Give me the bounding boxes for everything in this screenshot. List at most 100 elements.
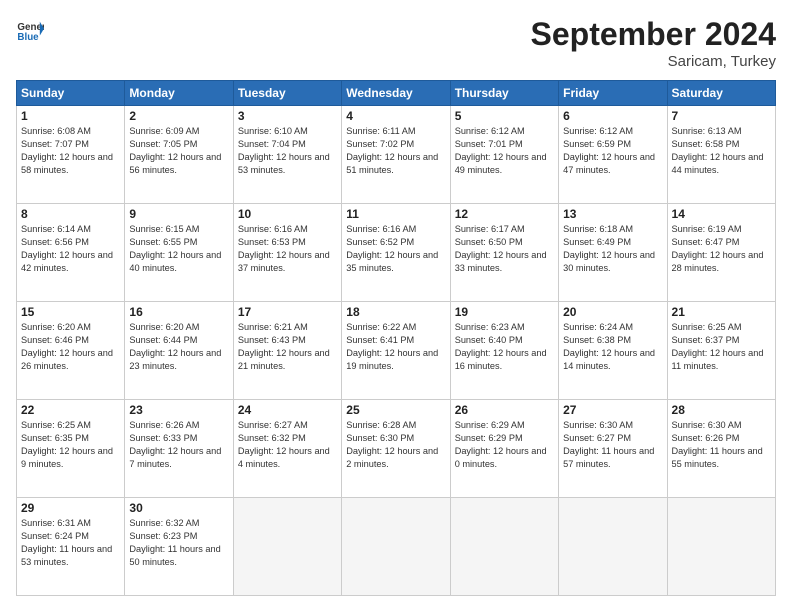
- calendar-cell: 19 Sunrise: 6:23 AM Sunset: 6:40 PM Dayli…: [450, 302, 558, 400]
- calendar-table: Sunday Monday Tuesday Wednesday Thursday…: [16, 80, 776, 596]
- day-info: Sunrise: 6:20 AM Sunset: 6:46 PM Dayligh…: [21, 321, 120, 373]
- day-info: Sunrise: 6:12 AM Sunset: 7:01 PM Dayligh…: [455, 125, 554, 177]
- day-number: 13: [563, 207, 662, 221]
- svg-text:Blue: Blue: [17, 32, 39, 43]
- day-info: Sunrise: 6:15 AM Sunset: 6:55 PM Dayligh…: [129, 223, 228, 275]
- day-info: Sunrise: 6:10 AM Sunset: 7:04 PM Dayligh…: [238, 125, 337, 177]
- calendar-cell: 20 Sunrise: 6:24 AM Sunset: 6:38 PM Dayli…: [559, 302, 667, 400]
- calendar-cell: 27Sunrise: 6:30 AM Sunset: 6:27 PM Dayli…: [559, 400, 667, 498]
- day-info: Sunrise: 6:25 AM Sunset: 6:35 PM Dayligh…: [21, 419, 120, 471]
- day-number: 2: [129, 109, 228, 123]
- weekday-header-row: Sunday Monday Tuesday Wednesday Thursday…: [17, 81, 776, 106]
- day-number: 21: [672, 305, 771, 319]
- calendar-cell: 28 Sunrise: 6:30 AM Sunset: 6:26 PM Dayli…: [667, 400, 775, 498]
- day-number: 1: [21, 109, 120, 123]
- day-number: 14: [672, 207, 771, 221]
- logo-icon: General Blue: [16, 16, 44, 44]
- day-number: 22: [21, 403, 120, 417]
- calendar-cell: 2Sunrise: 6:09 AM Sunset: 7:05 PM Daylig…: [125, 106, 233, 204]
- day-info: Sunrise: 6:12 AM Sunset: 6:59 PM Dayligh…: [563, 125, 662, 177]
- day-info: Sunrise: 6:08 AM Sunset: 7:07 PM Dayligh…: [21, 125, 120, 177]
- day-number: 4: [346, 109, 445, 123]
- header-friday: Friday: [559, 81, 667, 106]
- calendar-cell: [342, 498, 450, 596]
- day-info: Sunrise: 6:26 AM Sunset: 6:33 PM Dayligh…: [129, 419, 228, 471]
- day-info: Sunrise: 6:11 AM Sunset: 7:02 PM Dayligh…: [346, 125, 445, 177]
- header-tuesday: Tuesday: [233, 81, 341, 106]
- day-info: Sunrise: 6:14 AM Sunset: 6:56 PM Dayligh…: [21, 223, 120, 275]
- day-number: 29: [21, 501, 120, 515]
- calendar-cell: 1 Sunrise: 6:08 AM Sunset: 7:07 PM Daylig…: [17, 106, 125, 204]
- calendar-cell: 12Sunrise: 6:17 AM Sunset: 6:50 PM Dayli…: [450, 204, 558, 302]
- day-info: Sunrise: 6:18 AM Sunset: 6:49 PM Dayligh…: [563, 223, 662, 275]
- calendar-cell: 22 Sunrise: 6:25 AM Sunset: 6:35 PM Dayli…: [17, 400, 125, 498]
- calendar-cell: 15 Sunrise: 6:20 AM Sunset: 6:46 PM Dayli…: [17, 302, 125, 400]
- day-number: 19: [455, 305, 554, 319]
- calendar-cell: 16Sunrise: 6:20 AM Sunset: 6:44 PM Dayli…: [125, 302, 233, 400]
- day-number: 3: [238, 109, 337, 123]
- day-info: Sunrise: 6:30 AM Sunset: 6:26 PM Dayligh…: [672, 419, 771, 471]
- calendar-cell: 26 Sunrise: 6:29 AM Sunset: 6:29 PM Dayli…: [450, 400, 558, 498]
- day-number: 15: [21, 305, 120, 319]
- page-header: General Blue September 2024 Saricam, Tur…: [16, 16, 776, 70]
- day-info: Sunrise: 6:30 AM Sunset: 6:27 PM Dayligh…: [563, 419, 662, 471]
- day-info: Sunrise: 6:32 AM Sunset: 6:23 PM Dayligh…: [129, 517, 228, 569]
- header-wednesday: Wednesday: [342, 81, 450, 106]
- day-info: Sunrise: 6:29 AM Sunset: 6:29 PM Dayligh…: [455, 419, 554, 471]
- calendar-cell: 24 Sunrise: 6:27 AM Sunset: 6:32 PM Dayli…: [233, 400, 341, 498]
- day-info: Sunrise: 6:27 AM Sunset: 6:32 PM Dayligh…: [238, 419, 337, 471]
- day-info: Sunrise: 6:16 AM Sunset: 6:53 PM Dayligh…: [238, 223, 337, 275]
- day-info: Sunrise: 6:24 AM Sunset: 6:38 PM Dayligh…: [563, 321, 662, 373]
- day-number: 23: [129, 403, 228, 417]
- calendar-cell: 9 Sunrise: 6:15 AM Sunset: 6:55 PM Daylig…: [125, 204, 233, 302]
- day-number: 17: [238, 305, 337, 319]
- calendar-cell: 8 Sunrise: 6:14 AM Sunset: 6:56 PM Daylig…: [17, 204, 125, 302]
- calendar-cell: 10 Sunrise: 6:16 AM Sunset: 6:53 PM Dayli…: [233, 204, 341, 302]
- calendar-row: 1 Sunrise: 6:08 AM Sunset: 7:07 PM Daylig…: [17, 106, 776, 204]
- calendar-cell: 25Sunrise: 6:28 AM Sunset: 6:30 PM Dayli…: [342, 400, 450, 498]
- day-number: 25: [346, 403, 445, 417]
- day-info: Sunrise: 6:19 AM Sunset: 6:47 PM Dayligh…: [672, 223, 771, 275]
- calendar-cell: 30 Sunrise: 6:32 AM Sunset: 6:23 PM Dayli…: [125, 498, 233, 596]
- day-number: 9: [129, 207, 228, 221]
- calendar-row: 22 Sunrise: 6:25 AM Sunset: 6:35 PM Dayli…: [17, 400, 776, 498]
- title-area: September 2024 Saricam, Turkey: [531, 16, 776, 70]
- calendar-cell: 7 Sunrise: 6:13 AM Sunset: 6:58 PM Daylig…: [667, 106, 775, 204]
- calendar-row: 29 Sunrise: 6:31 AM Sunset: 6:24 PM Dayli…: [17, 498, 776, 596]
- day-number: 24: [238, 403, 337, 417]
- day-info: Sunrise: 6:21 AM Sunset: 6:43 PM Dayligh…: [238, 321, 337, 373]
- header-saturday: Saturday: [667, 81, 775, 106]
- calendar-cell: 23 Sunrise: 6:26 AM Sunset: 6:33 PM Dayli…: [125, 400, 233, 498]
- calendar-cell: 29 Sunrise: 6:31 AM Sunset: 6:24 PM Dayli…: [17, 498, 125, 596]
- day-number: 26: [455, 403, 554, 417]
- day-number: 18: [346, 305, 445, 319]
- day-info: Sunrise: 6:13 AM Sunset: 6:58 PM Dayligh…: [672, 125, 771, 177]
- calendar-cell: 13 Sunrise: 6:18 AM Sunset: 6:49 PM Dayli…: [559, 204, 667, 302]
- day-number: 11: [346, 207, 445, 221]
- day-number: 28: [672, 403, 771, 417]
- day-number: 8: [21, 207, 120, 221]
- calendar-cell: 6Sunrise: 6:12 AM Sunset: 6:59 PM Daylig…: [559, 106, 667, 204]
- day-info: Sunrise: 6:16 AM Sunset: 6:52 PM Dayligh…: [346, 223, 445, 275]
- calendar-cell: [233, 498, 341, 596]
- calendar-row: 8 Sunrise: 6:14 AM Sunset: 6:56 PM Daylig…: [17, 204, 776, 302]
- day-number: 12: [455, 207, 554, 221]
- calendar-cell: 18Sunrise: 6:22 AM Sunset: 6:41 PM Dayli…: [342, 302, 450, 400]
- calendar-cell: 3 Sunrise: 6:10 AM Sunset: 7:04 PM Daylig…: [233, 106, 341, 204]
- calendar-row: 15 Sunrise: 6:20 AM Sunset: 6:46 PM Dayli…: [17, 302, 776, 400]
- logo: General Blue: [16, 16, 44, 44]
- calendar-cell: 4 Sunrise: 6:11 AM Sunset: 7:02 PM Daylig…: [342, 106, 450, 204]
- calendar-cell: 14 Sunrise: 6:19 AM Sunset: 6:47 PM Dayli…: [667, 204, 775, 302]
- day-info: Sunrise: 6:31 AM Sunset: 6:24 PM Dayligh…: [21, 517, 120, 569]
- calendar-cell: [450, 498, 558, 596]
- calendar-cell: 21Sunrise: 6:25 AM Sunset: 6:37 PM Dayli…: [667, 302, 775, 400]
- day-number: 20: [563, 305, 662, 319]
- day-info: Sunrise: 6:23 AM Sunset: 6:40 PM Dayligh…: [455, 321, 554, 373]
- day-number: 10: [238, 207, 337, 221]
- calendar-cell: 17 Sunrise: 6:21 AM Sunset: 6:43 PM Dayli…: [233, 302, 341, 400]
- calendar-cell: [667, 498, 775, 596]
- day-number: 30: [129, 501, 228, 515]
- header-thursday: Thursday: [450, 81, 558, 106]
- day-number: 7: [672, 109, 771, 123]
- location: Saricam, Turkey: [531, 53, 776, 70]
